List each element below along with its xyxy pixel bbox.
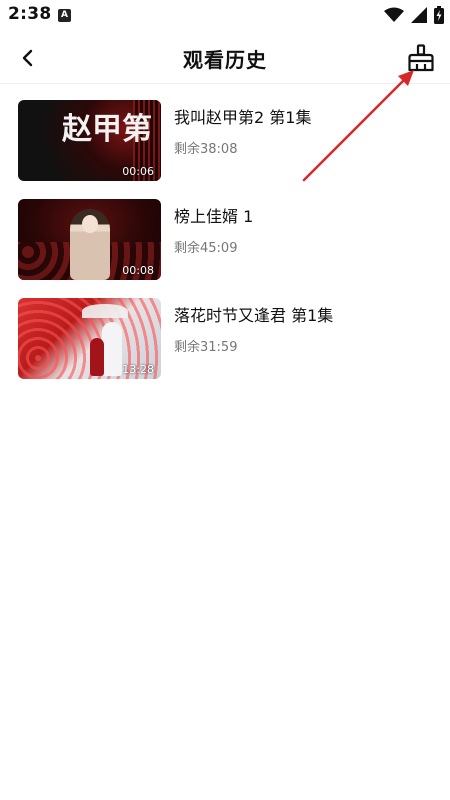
status-bar: 2:38 A xyxy=(0,0,450,32)
history-item[interactable]: 00:08 榜上佳婿 1 剩余45:09 xyxy=(0,197,450,296)
history-item[interactable]: 赵甲第 00:06 我叫赵甲第2 第1集 剩余38:08 xyxy=(0,98,450,197)
status-icons xyxy=(384,5,444,25)
page-title: 观看历史 xyxy=(183,48,267,72)
notification-badge-icon: A xyxy=(58,9,71,22)
video-thumbnail: 赵甲第 00:06 xyxy=(18,100,161,181)
remaining-time: 剩余31:59 xyxy=(174,340,238,355)
video-title: 我叫赵甲第2 第1集 xyxy=(174,108,312,127)
video-duration: 00:08 xyxy=(122,264,154,277)
status-time: 2:38 xyxy=(8,4,52,24)
history-list: 赵甲第 00:06 我叫赵甲第2 第1集 剩余38:08 00:08 榜上佳婿 … xyxy=(0,98,450,395)
app-header: 观看历史 xyxy=(0,32,450,84)
watch-history-screen: 2:38 A 观看历史 赵甲第 00:06 我叫赵甲第2 第1集 剩余38:08… xyxy=(0,0,450,800)
history-item[interactable]: 13:28 落花时节又逢君 第1集 剩余31:59 xyxy=(0,296,450,395)
wifi-icon xyxy=(384,7,404,22)
video-title: 落花时节又逢君 第1集 xyxy=(174,306,334,325)
video-thumbnail: 13:28 xyxy=(18,298,161,379)
thumbnail-title-text: 赵甲第 xyxy=(62,112,152,147)
clear-history-button[interactable] xyxy=(406,42,436,74)
battery-icon xyxy=(434,6,444,24)
video-duration: 00:06 xyxy=(122,165,154,178)
video-thumbnail: 00:08 xyxy=(18,199,161,280)
video-duration: 13:28 xyxy=(122,363,154,376)
signal-icon xyxy=(411,7,427,23)
remaining-time: 剩余38:08 xyxy=(174,142,238,157)
remaining-time: 剩余45:09 xyxy=(174,241,238,256)
video-title: 榜上佳婿 1 xyxy=(174,207,254,226)
broom-icon xyxy=(408,44,434,72)
